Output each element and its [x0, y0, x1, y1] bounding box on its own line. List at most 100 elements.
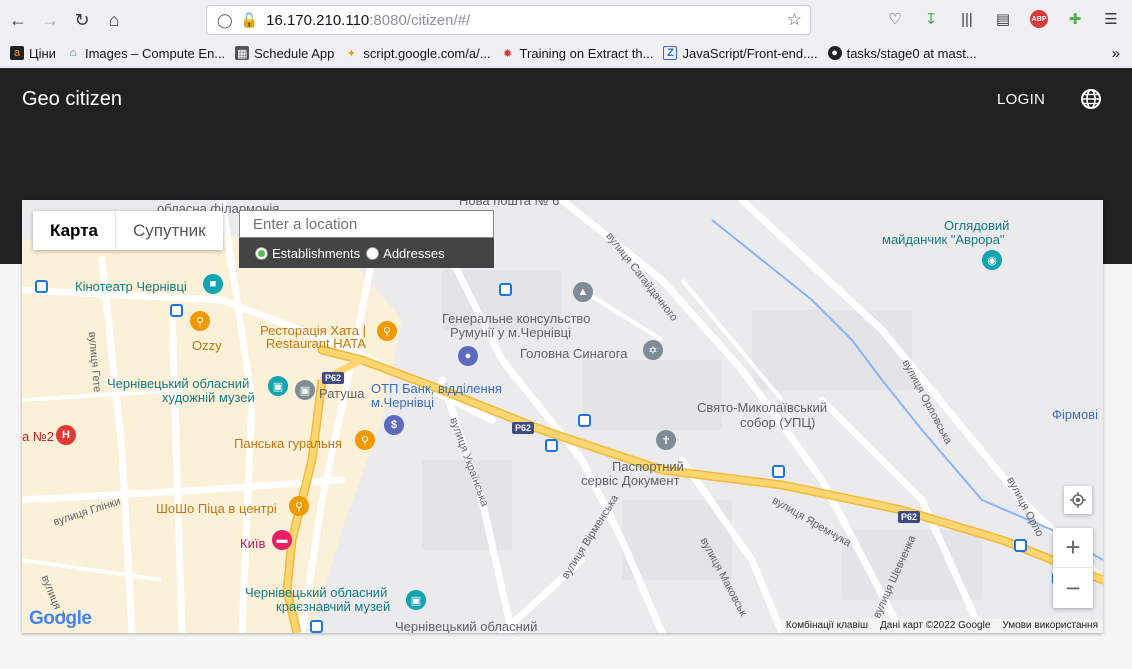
map-label[interactable]: Київ: [240, 537, 265, 551]
map-label[interactable]: м.Чернівці: [371, 396, 434, 410]
forward-icon[interactable]: →: [36, 6, 64, 34]
insecure-lock-icon[interactable]: 🔓: [241, 12, 258, 29]
bookmark-label: tasks/stage0 at mast...: [846, 45, 977, 61]
extension-icon[interactable]: ✚: [1062, 6, 1088, 32]
map-label[interactable]: Паспортний: [612, 460, 684, 474]
map-label[interactable]: Чернівецький обласний: [245, 586, 387, 600]
map-label[interactable]: художній музей: [162, 391, 255, 405]
zoom-out-button[interactable]: −: [1053, 568, 1093, 608]
adblock-icon[interactable]: ABP: [1026, 6, 1052, 32]
map-label[interactable]: Чернівецький обласний: [107, 377, 249, 391]
bank-icon[interactable]: $: [384, 415, 404, 435]
hotel-icon[interactable]: H: [56, 425, 76, 445]
bookmark-item[interactable]: ✹ Training on Extract th...: [501, 46, 654, 61]
synagogue-icon[interactable]: ✡: [643, 340, 663, 360]
map-label[interactable]: Ozzy: [192, 339, 222, 353]
menu-icon[interactable]: ☰: [1098, 6, 1124, 32]
hotel-icon[interactable]: ▬: [272, 530, 292, 550]
map-label[interactable]: Панська гуральня: [234, 437, 342, 451]
bookmark-item[interactable]: ✦ script.google.com/a/...: [344, 45, 491, 61]
map-container[interactable]: обласна філармонія Нова пошта № 6 Оглядо…: [22, 200, 1103, 633]
location-search-input[interactable]: [239, 210, 494, 238]
bookmarks-bar: a Ціни ⌂ Images – Compute En... ▦ Schedule …: [0, 40, 1132, 67]
map-label[interactable]: Restaurant HATA: [266, 337, 366, 351]
library-icon[interactable]: |||: [954, 6, 980, 32]
addresses-radio[interactable]: [366, 246, 380, 260]
map-label[interactable]: Ратуша: [319, 387, 364, 401]
map-label[interactable]: Фірмові: [1052, 408, 1098, 422]
map-label[interactable]: Головна Синагога: [520, 347, 627, 361]
pizza-icon[interactable]: ⚲: [289, 496, 309, 516]
museum-icon[interactable]: ▣: [406, 590, 426, 610]
zoom-in-button[interactable]: +: [1053, 528, 1093, 568]
keyboard-shortcuts-link[interactable]: Комбінації клавіш: [786, 619, 868, 633]
map-label[interactable]: ОТП Банк, відділення: [371, 382, 502, 396]
map-label[interactable]: Нова пошта № 6: [459, 200, 559, 208]
townhall-icon[interactable]: ▣: [295, 380, 315, 400]
map-label[interactable]: Чернівецький обласний: [395, 620, 537, 634]
road-shield: P62: [898, 511, 921, 523]
bookmark-label: Images – Compute En...: [84, 45, 226, 61]
bookmark-label: script.google.com/a/...: [363, 45, 491, 61]
map-label[interactable]: Кінотеатр Чернівці: [75, 280, 187, 294]
bookmark-item[interactable]: ⌂ Images – Compute En...: [66, 45, 226, 61]
bookmark-item[interactable]: ▦ Schedule App: [235, 46, 334, 61]
viewpoint-icon[interactable]: ◉: [982, 250, 1002, 270]
terms-link[interactable]: Умови використання: [1002, 619, 1098, 633]
road-shield: P62: [512, 422, 535, 434]
establishments-radio[interactable]: [255, 246, 268, 260]
map-label[interactable]: собор (УПЦ): [740, 416, 815, 430]
tab-satellite[interactable]: Супутник: [116, 211, 223, 250]
tab-map[interactable]: Карта: [33, 211, 116, 250]
map-label[interactable]: ШоШо Піца в центрі: [156, 502, 277, 516]
map-label[interactable]: краєзнавчий музей: [276, 600, 390, 614]
restaurant-icon[interactable]: ⚲: [355, 430, 375, 450]
bookmark-item[interactable]: a Ціни: [10, 46, 56, 61]
reload-icon[interactable]: ↻: [68, 6, 96, 34]
download-icon[interactable]: ↧: [918, 6, 944, 32]
app-title[interactable]: Geo citizen: [22, 88, 122, 111]
bus-stop-icon[interactable]: [578, 414, 591, 427]
map-label[interactable]: Генеральне консульство: [442, 312, 590, 326]
training-icon: ✹: [502, 47, 513, 60]
sidebar-icon[interactable]: ▤: [990, 6, 1016, 32]
globe-icon[interactable]: [1080, 88, 1102, 110]
restaurant-icon[interactable]: ⚲: [190, 311, 210, 331]
bookmark-item[interactable]: ● tasks/stage0 at mast...: [827, 45, 977, 61]
bus-stop-icon[interactable]: [35, 280, 48, 293]
bus-stop-icon[interactable]: [499, 283, 512, 296]
shield-icon[interactable]: ◯: [217, 12, 233, 29]
restaurant-icon[interactable]: ⚲: [377, 321, 397, 341]
bus-stop-icon[interactable]: [170, 304, 183, 317]
addresses-label[interactable]: Addresses: [383, 246, 444, 261]
bookmarks-overflow-icon[interactable]: »: [1112, 45, 1120, 62]
museum-icon[interactable]: ▣: [268, 376, 288, 396]
my-location-button[interactable]: [1064, 486, 1092, 514]
back-icon[interactable]: ←: [4, 6, 32, 34]
bus-stop-icon[interactable]: [310, 620, 323, 633]
cinema-icon[interactable]: ■: [203, 274, 223, 294]
bus-stop-icon[interactable]: [545, 439, 558, 452]
embassy-icon[interactable]: ▲: [573, 282, 593, 302]
zoom-control: + −: [1053, 528, 1093, 608]
url-bar[interactable]: ◯ 🔓 16.170.210.110:8080/citizen/#/ ☆: [206, 5, 811, 35]
pocket-icon[interactable]: ♡: [882, 6, 908, 32]
bookmark-item[interactable]: Z JavaScript/Front-end....: [663, 46, 818, 61]
shopping-icon[interactable]: ●: [458, 346, 478, 366]
bookmark-star-icon[interactable]: ☆: [787, 10, 802, 30]
road-shield: P62: [322, 372, 345, 384]
bus-stop-icon[interactable]: [1014, 539, 1027, 552]
amazon-icon: a: [10, 46, 24, 60]
bus-stop-icon[interactable]: [772, 465, 785, 478]
establishments-label[interactable]: Establishments: [272, 246, 360, 261]
map-label[interactable]: майданчик "Аврора": [882, 233, 1004, 247]
home-icon[interactable]: ⌂: [100, 6, 128, 34]
map-label[interactable]: Свято-Миколаївський: [697, 401, 827, 415]
church-icon[interactable]: ✝: [656, 430, 676, 450]
map-label[interactable]: а №2: [22, 430, 54, 444]
map-label[interactable]: Оглядовий: [944, 219, 1009, 233]
login-button[interactable]: LOGIN: [997, 91, 1045, 108]
map-label[interactable]: Румунії у м.Чернівці: [450, 326, 571, 340]
bookmark-label: Training on Extract th...: [519, 45, 654, 61]
map-label[interactable]: сервіс Документ: [581, 474, 680, 488]
